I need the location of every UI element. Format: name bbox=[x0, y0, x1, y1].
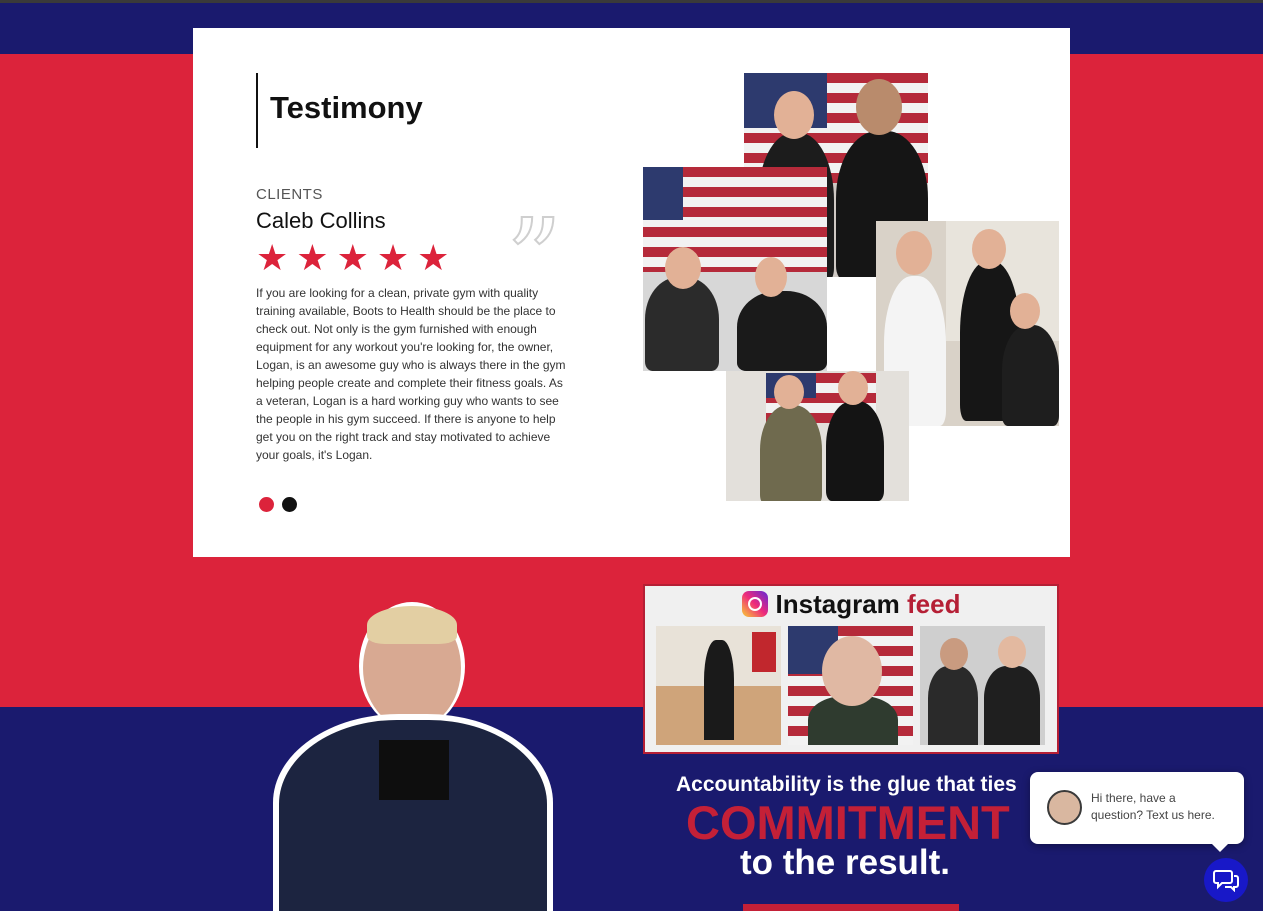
heading-accent-bar bbox=[256, 73, 258, 148]
testimonial-text: If you are looking for a clean, private … bbox=[256, 286, 566, 462]
instagram-post-2[interactable] bbox=[788, 626, 913, 745]
motto-line-2: COMMITMENT bbox=[686, 796, 1010, 849]
section-heading: Testimony bbox=[270, 90, 423, 125]
instagram-icon bbox=[741, 591, 768, 617]
chat-bubbles-icon bbox=[1213, 870, 1239, 892]
instagram-post-3[interactable] bbox=[920, 626, 1045, 745]
motto-line-3: to the result. bbox=[740, 843, 951, 882]
chat-popup[interactable]: Hi there, have a question? Text us here. bbox=[1030, 772, 1244, 852]
client-name: Caleb Collins bbox=[256, 208, 386, 233]
testimonial-category: CLIENTS bbox=[256, 186, 323, 203]
instagram-title-main: Instagram bbox=[775, 589, 900, 619]
star-icon: ★ bbox=[376, 237, 410, 278]
motto-line-1: Accountability is the glue that ties bbox=[676, 773, 1017, 796]
star-rating: ★ ★ ★ ★ ★ bbox=[256, 239, 449, 277]
trainer-portrait bbox=[263, 602, 563, 911]
slide-dot-1[interactable] bbox=[259, 497, 274, 512]
cta-button[interactable] bbox=[743, 904, 959, 911]
star-icon: ★ bbox=[296, 237, 329, 278]
instagram-feed-title: Instagram feed bbox=[645, 589, 1057, 620]
instagram-post-1[interactable] bbox=[656, 626, 781, 745]
instagram-feed: Instagram feed bbox=[643, 584, 1059, 754]
star-icon: ★ bbox=[256, 237, 289, 278]
chat-message: Hi there, have a question? Text us here. bbox=[1091, 791, 1215, 822]
avatar bbox=[1047, 790, 1082, 825]
slider-dots bbox=[259, 497, 297, 512]
testimonial-card: Testimony CLIENTS Caleb Collins ” ★ ★ ★ … bbox=[193, 28, 1070, 557]
instagram-title-accent: feed bbox=[907, 589, 961, 619]
collage-photo-front-left bbox=[643, 167, 827, 371]
slide-dot-2[interactable] bbox=[282, 497, 297, 512]
collage-photo-bottom bbox=[726, 371, 909, 501]
chat-launcher-button[interactable] bbox=[1204, 858, 1248, 902]
star-icon: ★ bbox=[417, 237, 450, 278]
star-icon: ★ bbox=[336, 237, 369, 278]
